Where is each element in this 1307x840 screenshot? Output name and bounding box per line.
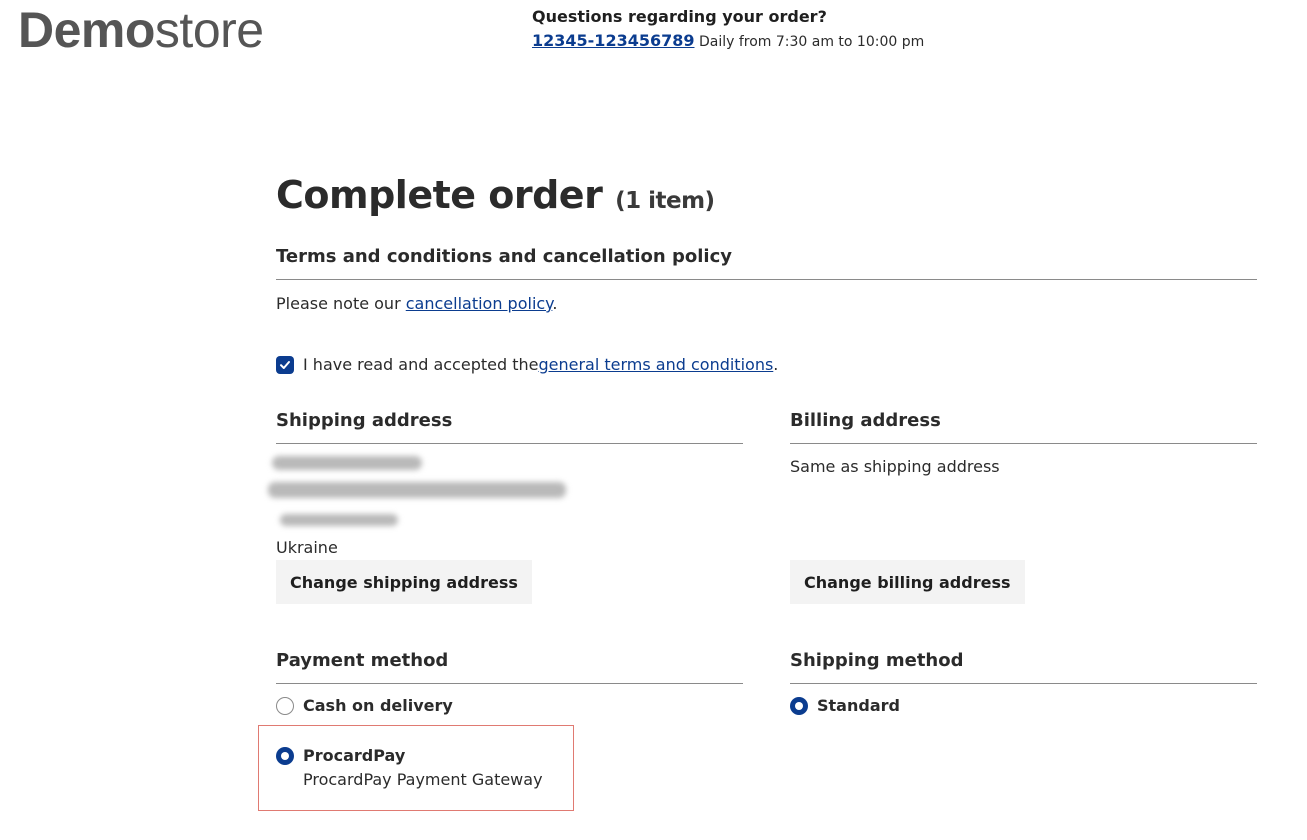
note-prefix: Please note our <box>276 294 406 313</box>
radio-selected[interactable] <box>276 746 294 765</box>
shipping-option-label: Standard <box>817 696 900 715</box>
help-title: Questions regarding your order? <box>532 7 827 26</box>
shipping-address-section: Shipping address Ukraine Change shipping… <box>268 410 743 604</box>
payment-option-row[interactable]: ProcardPay <box>276 746 543 765</box>
shipping-country: Ukraine <box>276 538 338 557</box>
radio-selected[interactable] <box>790 696 808 715</box>
general-terms-link[interactable]: general terms and conditions <box>538 355 773 374</box>
payment-option-procardpay[interactable]: ProcardPay ProcardPay Payment Gateway <box>258 725 574 811</box>
redacted-line <box>280 514 398 526</box>
shipping-method-title: Shipping method <box>790 650 1257 684</box>
payment-option-label: Cash on delivery <box>303 696 453 715</box>
note-suffix: . <box>552 294 558 313</box>
billing-address-text: Same as shipping address <box>790 457 1000 476</box>
redacted-line <box>272 456 422 470</box>
store-logo[interactable]: Demostore <box>18 2 264 58</box>
terms-section-title: Terms and conditions and cancellation po… <box>276 246 1257 280</box>
cancellation-note: Please note our cancellation policy. <box>276 294 557 313</box>
change-shipping-address-button[interactable]: Change shipping address <box>276 560 532 604</box>
payment-method-section: Payment method Cash on delivery ProcardP… <box>258 650 743 811</box>
billing-address-section: Billing address Same as shipping address… <box>790 410 1257 604</box>
accept-terms-row: I have read and accepted the general ter… <box>276 355 778 374</box>
accept-suffix: . <box>773 355 779 374</box>
help-line: 12345-123456789 Daily from 7:30 am to 10… <box>532 31 924 52</box>
payment-method-title: Payment method <box>276 650 743 684</box>
page-title-text: Complete order <box>276 173 603 217</box>
payment-option-description: ProcardPay Payment Gateway <box>303 770 543 789</box>
change-billing-address-button[interactable]: Change billing address <box>790 560 1025 604</box>
redacted-address <box>268 456 743 532</box>
shipping-option-standard[interactable]: Standard <box>790 696 1257 715</box>
help-phone-link[interactable]: 12345-123456789 <box>532 31 695 50</box>
payment-option-label: ProcardPay <box>303 746 406 765</box>
billing-address-title: Billing address <box>790 410 1257 444</box>
radio-unselected[interactable] <box>276 696 294 715</box>
page-title: Complete order (1 item) <box>276 170 1257 226</box>
check-icon <box>280 360 290 369</box>
item-count: (1 item) <box>615 188 715 214</box>
logo-light-text: store <box>154 2 264 58</box>
shipping-method-section: Shipping method Standard <box>790 650 1257 715</box>
payment-option-cash[interactable]: Cash on delivery <box>276 696 743 715</box>
accept-terms-checkbox[interactable] <box>276 355 294 374</box>
help-contact: Questions regarding your order? 12345-12… <box>532 7 924 52</box>
order-main: Complete order (1 item) Terms and condit… <box>258 170 1257 811</box>
redacted-line <box>268 482 566 498</box>
logo-bold-text: Demo <box>18 2 155 58</box>
cancellation-policy-link[interactable]: cancellation policy <box>406 294 553 313</box>
help-hours: Daily from 7:30 am to 10:00 pm <box>698 34 925 50</box>
checkout-page: Demostore Questions regarding your order… <box>0 0 1307 840</box>
shipping-address-title: Shipping address <box>276 410 743 444</box>
accept-prefix: I have read and accepted the <box>303 355 539 374</box>
payment-option-content: ProcardPay ProcardPay Payment Gateway <box>276 746 543 789</box>
